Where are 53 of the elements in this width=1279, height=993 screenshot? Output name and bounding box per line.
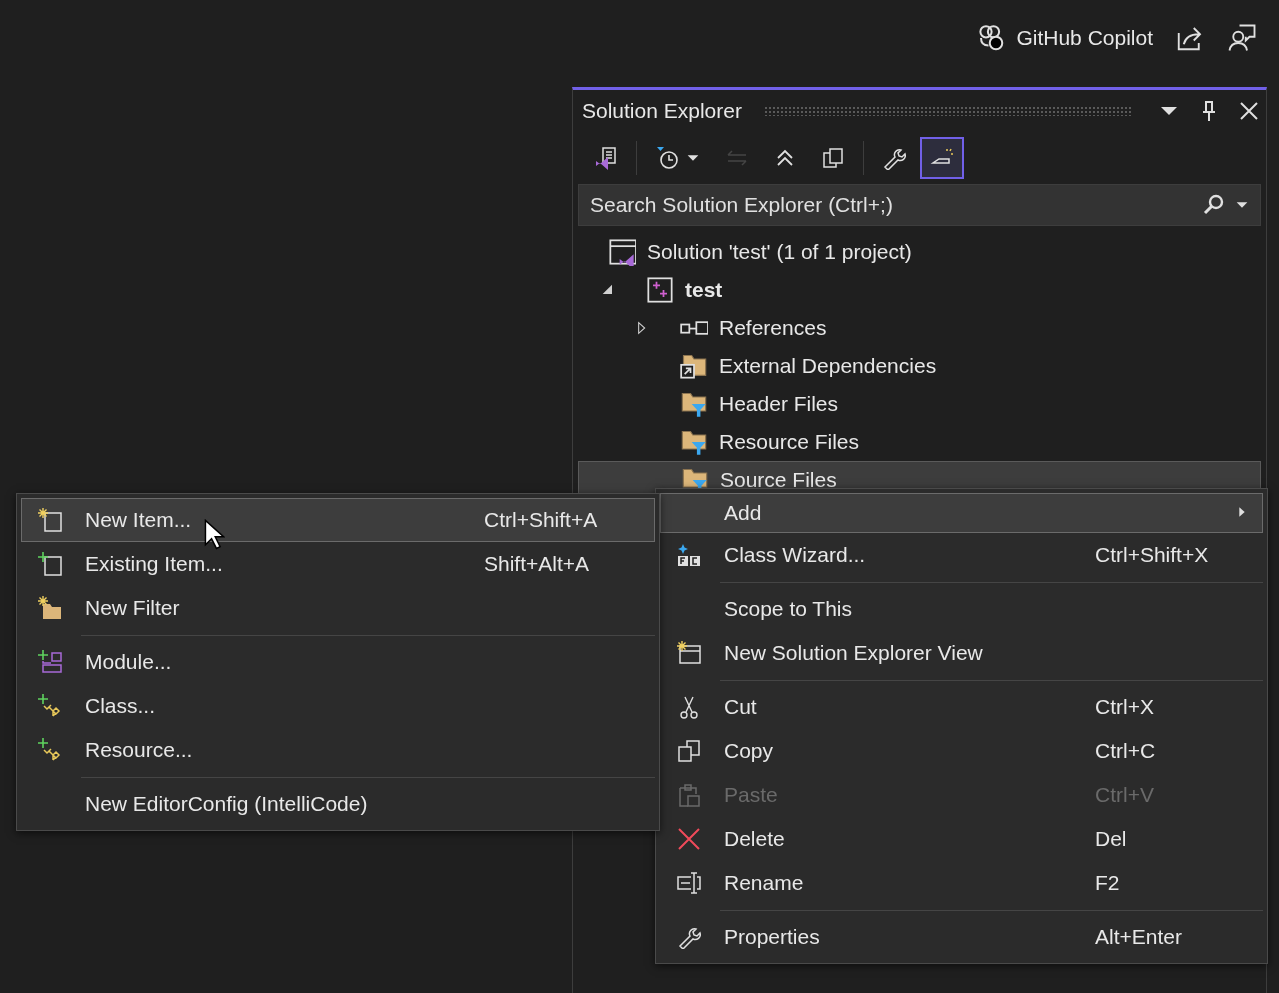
add-item-icon xyxy=(37,552,62,576)
delete-cross-icon xyxy=(676,827,701,851)
menu-item[interactable]: Copy Ctrl+C xyxy=(660,729,1263,773)
search-field[interactable]: Search Solution Explorer (Ctrl+;) xyxy=(588,192,1194,218)
copy-icon xyxy=(676,739,701,763)
module-icon xyxy=(37,650,62,674)
tree-item[interactable]: test xyxy=(685,278,723,302)
history-icon xyxy=(655,146,679,170)
menu-item[interactable]: Existing Item... Shift+Alt+A xyxy=(21,542,655,586)
search-icon[interactable] xyxy=(1202,193,1226,217)
class-wizard-icon xyxy=(676,543,701,567)
copies-icon xyxy=(821,146,845,170)
panel-title: Solution Explorer xyxy=(582,99,742,123)
new-window-icon xyxy=(676,641,701,665)
new-folder-icon xyxy=(37,596,62,620)
solution-icon xyxy=(608,238,636,266)
menu-item[interactable]: Properties Alt+Enter xyxy=(660,915,1263,959)
tree-item[interactable]: Solution 'test' (1 of 1 project) xyxy=(647,240,912,264)
wrench-icon xyxy=(676,925,701,949)
project-icon xyxy=(646,276,674,304)
menu-item[interactable]: Rename F2 xyxy=(660,861,1263,905)
wrench-icon xyxy=(882,146,906,170)
preview-button[interactable] xyxy=(920,137,964,179)
menu-item[interactable]: New Item... Ctrl+Shift+A xyxy=(21,498,655,542)
tree-item[interactable]: Resource Files xyxy=(719,430,860,454)
menu-item[interactable]: Module... xyxy=(21,640,655,684)
menu-item[interactable]: Cut Ctrl+X xyxy=(660,685,1263,729)
menu-item[interactable]: Delete Del xyxy=(660,817,1263,861)
menu-item[interactable]: New EditorConfig (IntelliCode) xyxy=(21,782,655,826)
search-box[interactable]: Search Solution Explorer (Ctrl+;) xyxy=(578,184,1261,226)
tree-item[interactable]: References xyxy=(719,316,827,340)
document-icon xyxy=(594,146,618,170)
mouse-cursor-icon xyxy=(203,519,225,551)
tree-item[interactable]: External Dependencies xyxy=(719,354,937,378)
folder-filter-icon xyxy=(680,390,708,418)
clipboard-icon xyxy=(676,783,701,807)
rename-icon xyxy=(676,871,701,895)
menu-item[interactable]: Class... xyxy=(21,684,655,728)
menu-item[interactable]: New Solution Explorer View xyxy=(660,631,1263,675)
tree-item[interactable]: Header Files xyxy=(719,392,839,416)
menu-item[interactable]: Add xyxy=(660,493,1263,533)
menu-item[interactable]: Resource... xyxy=(21,728,655,772)
menu-item[interactable]: Scope to This xyxy=(660,587,1263,631)
menu-item[interactable]: New Filter xyxy=(21,586,655,630)
tree-item[interactable]: Source Files xyxy=(720,468,837,492)
copilot-button[interactable]: GitHub Copilot xyxy=(1016,25,1153,50)
folder-shortcut-icon xyxy=(680,352,708,380)
class-icon xyxy=(37,738,62,762)
menu-item[interactable]: Class Wizard... Ctrl+Shift+X xyxy=(660,533,1263,577)
folder-filter-icon xyxy=(680,428,708,456)
feedback-icon[interactable] xyxy=(1227,22,1257,53)
new-item-icon xyxy=(37,508,62,532)
class-icon xyxy=(37,694,62,718)
